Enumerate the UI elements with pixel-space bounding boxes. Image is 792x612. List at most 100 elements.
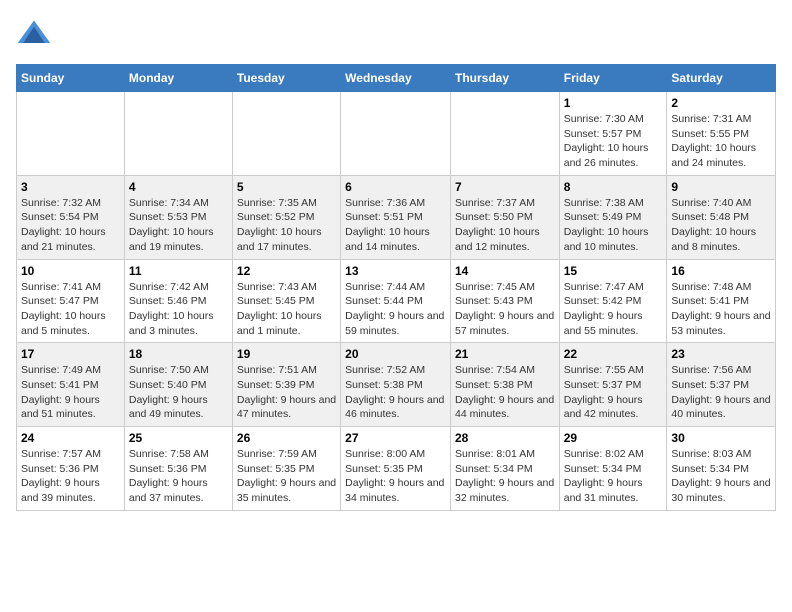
day-info: Sunrise: 7:45 AM Sunset: 5:43 PM Dayligh… xyxy=(455,280,555,339)
calendar-cell: 13 Sunrise: 7:44 AM Sunset: 5:44 PM Dayli… xyxy=(341,259,451,343)
calendar-cell: 17 Sunrise: 7:49 AM Sunset: 5:41 PM Dayli… xyxy=(17,343,125,427)
calendar-week-row: 3 Sunrise: 7:32 AM Sunset: 5:54 PM Daylig… xyxy=(17,175,776,259)
day-number: 17 xyxy=(21,347,120,361)
calendar-cell: 6 Sunrise: 7:36 AM Sunset: 5:51 PM Daylig… xyxy=(341,175,451,259)
day-number: 7 xyxy=(455,180,555,194)
day-info: Sunrise: 7:42 AM Sunset: 5:46 PM Dayligh… xyxy=(129,280,228,339)
day-info: Sunrise: 7:50 AM Sunset: 5:40 PM Dayligh… xyxy=(129,363,228,422)
day-number: 11 xyxy=(129,264,228,278)
day-info: Sunrise: 8:01 AM Sunset: 5:34 PM Dayligh… xyxy=(455,447,555,506)
day-number: 20 xyxy=(345,347,446,361)
day-info: Sunrise: 7:51 AM Sunset: 5:39 PM Dayligh… xyxy=(237,363,336,422)
day-number: 12 xyxy=(237,264,336,278)
calendar-week-row: 10 Sunrise: 7:41 AM Sunset: 5:47 PM Dayli… xyxy=(17,259,776,343)
day-number: 29 xyxy=(564,431,663,445)
day-number: 16 xyxy=(671,264,771,278)
page-header xyxy=(16,16,776,52)
day-info: Sunrise: 7:44 AM Sunset: 5:44 PM Dayligh… xyxy=(345,280,446,339)
calendar-cell: 14 Sunrise: 7:45 AM Sunset: 5:43 PM Dayli… xyxy=(450,259,559,343)
logo xyxy=(16,16,56,52)
day-number: 5 xyxy=(237,180,336,194)
calendar-cell: 11 Sunrise: 7:42 AM Sunset: 5:46 PM Dayli… xyxy=(124,259,232,343)
calendar-cell: 25Sunrise: 7:58 AM Sunset: 5:36 PM Dayli… xyxy=(124,427,232,511)
day-info: Sunrise: 7:34 AM Sunset: 5:53 PM Dayligh… xyxy=(129,196,228,255)
day-info: Sunrise: 8:00 AM Sunset: 5:35 PM Dayligh… xyxy=(345,447,446,506)
day-info: Sunrise: 7:30 AM Sunset: 5:57 PM Dayligh… xyxy=(564,112,663,171)
calendar-cell: 26 Sunrise: 7:59 AM Sunset: 5:35 PM Dayli… xyxy=(232,427,340,511)
day-number: 30 xyxy=(671,431,771,445)
calendar-cell: 10 Sunrise: 7:41 AM Sunset: 5:47 PM Dayli… xyxy=(17,259,125,343)
day-info: Sunrise: 7:48 AM Sunset: 5:41 PM Dayligh… xyxy=(671,280,771,339)
day-number: 6 xyxy=(345,180,446,194)
day-info: Sunrise: 7:47 AM Sunset: 5:42 PM Dayligh… xyxy=(564,280,663,339)
day-info: Sunrise: 7:31 AM Sunset: 5:55 PM Dayligh… xyxy=(671,112,771,171)
day-info: Sunrise: 7:56 AM Sunset: 5:37 PM Dayligh… xyxy=(671,363,771,422)
day-info: Sunrise: 8:03 AM Sunset: 5:34 PM Dayligh… xyxy=(671,447,771,506)
day-number: 21 xyxy=(455,347,555,361)
calendar-cell: 18 Sunrise: 7:50 AM Sunset: 5:40 PM Dayli… xyxy=(124,343,232,427)
logo-icon xyxy=(16,16,52,52)
day-info: Sunrise: 7:41 AM Sunset: 5:47 PM Dayligh… xyxy=(21,280,120,339)
weekday-header: Saturday xyxy=(667,65,776,92)
calendar-cell: 20 Sunrise: 7:52 AM Sunset: 5:38 PM Dayli… xyxy=(341,343,451,427)
day-number: 4 xyxy=(129,180,228,194)
weekday-header: Monday xyxy=(124,65,232,92)
calendar-cell: 7Sunrise: 7:37 AM Sunset: 5:50 PM Daylig… xyxy=(450,175,559,259)
day-number: 14 xyxy=(455,264,555,278)
weekday-header: Tuesday xyxy=(232,65,340,92)
weekday-header: Wednesday xyxy=(341,65,451,92)
day-number: 27 xyxy=(345,431,446,445)
day-number: 23 xyxy=(671,347,771,361)
calendar-week-row: 24Sunrise: 7:57 AM Sunset: 5:36 PM Dayli… xyxy=(17,427,776,511)
day-number: 24 xyxy=(21,431,120,445)
day-info: Sunrise: 7:43 AM Sunset: 5:45 PM Dayligh… xyxy=(237,280,336,339)
day-info: Sunrise: 7:49 AM Sunset: 5:41 PM Dayligh… xyxy=(21,363,120,422)
day-number: 13 xyxy=(345,264,446,278)
day-info: Sunrise: 7:54 AM Sunset: 5:38 PM Dayligh… xyxy=(455,363,555,422)
day-number: 1 xyxy=(564,96,663,110)
calendar-week-row: 1 Sunrise: 7:30 AM Sunset: 5:57 PM Daylig… xyxy=(17,92,776,176)
weekday-header: Sunday xyxy=(17,65,125,92)
calendar-cell xyxy=(450,92,559,176)
day-info: Sunrise: 7:38 AM Sunset: 5:49 PM Dayligh… xyxy=(564,196,663,255)
day-number: 15 xyxy=(564,264,663,278)
calendar-cell xyxy=(124,92,232,176)
day-number: 9 xyxy=(671,180,771,194)
calendar-header-row: SundayMondayTuesdayWednesdayThursdayFrid… xyxy=(17,65,776,92)
day-number: 18 xyxy=(129,347,228,361)
calendar-cell: 3 Sunrise: 7:32 AM Sunset: 5:54 PM Daylig… xyxy=(17,175,125,259)
day-number: 10 xyxy=(21,264,120,278)
day-number: 19 xyxy=(237,347,336,361)
day-info: Sunrise: 8:02 AM Sunset: 5:34 PM Dayligh… xyxy=(564,447,663,506)
day-number: 22 xyxy=(564,347,663,361)
calendar-cell: 15 Sunrise: 7:47 AM Sunset: 5:42 PM Dayli… xyxy=(559,259,667,343)
calendar-cell: 1 Sunrise: 7:30 AM Sunset: 5:57 PM Daylig… xyxy=(559,92,667,176)
day-info: Sunrise: 7:52 AM Sunset: 5:38 PM Dayligh… xyxy=(345,363,446,422)
calendar-cell: 28 Sunrise: 8:01 AM Sunset: 5:34 PM Dayli… xyxy=(450,427,559,511)
calendar-cell: 2 Sunrise: 7:31 AM Sunset: 5:55 PM Daylig… xyxy=(667,92,776,176)
calendar-cell: 21 Sunrise: 7:54 AM Sunset: 5:38 PM Dayli… xyxy=(450,343,559,427)
calendar-cell: 23 Sunrise: 7:56 AM Sunset: 5:37 PM Dayli… xyxy=(667,343,776,427)
calendar-cell: 9 Sunrise: 7:40 AM Sunset: 5:48 PM Daylig… xyxy=(667,175,776,259)
day-number: 8 xyxy=(564,180,663,194)
calendar-cell: 16 Sunrise: 7:48 AM Sunset: 5:41 PM Dayli… xyxy=(667,259,776,343)
day-info: Sunrise: 7:36 AM Sunset: 5:51 PM Dayligh… xyxy=(345,196,446,255)
day-info: Sunrise: 7:59 AM Sunset: 5:35 PM Dayligh… xyxy=(237,447,336,506)
calendar-cell: 4 Sunrise: 7:34 AM Sunset: 5:53 PM Daylig… xyxy=(124,175,232,259)
calendar-cell: 27 Sunrise: 8:00 AM Sunset: 5:35 PM Dayli… xyxy=(341,427,451,511)
calendar-cell xyxy=(17,92,125,176)
calendar-cell: 30 Sunrise: 8:03 AM Sunset: 5:34 PM Dayli… xyxy=(667,427,776,511)
calendar-cell: 5Sunrise: 7:35 AM Sunset: 5:52 PM Daylig… xyxy=(232,175,340,259)
day-number: 28 xyxy=(455,431,555,445)
calendar-cell: 24Sunrise: 7:57 AM Sunset: 5:36 PM Dayli… xyxy=(17,427,125,511)
day-number: 3 xyxy=(21,180,120,194)
calendar-cell xyxy=(341,92,451,176)
day-info: Sunrise: 7:58 AM Sunset: 5:36 PM Dayligh… xyxy=(129,447,228,506)
day-number: 2 xyxy=(671,96,771,110)
day-info: Sunrise: 7:40 AM Sunset: 5:48 PM Dayligh… xyxy=(671,196,771,255)
weekday-header: Thursday xyxy=(450,65,559,92)
calendar-cell: 8 Sunrise: 7:38 AM Sunset: 5:49 PM Daylig… xyxy=(559,175,667,259)
day-info: Sunrise: 7:32 AM Sunset: 5:54 PM Dayligh… xyxy=(21,196,120,255)
day-number: 26 xyxy=(237,431,336,445)
calendar-week-row: 17 Sunrise: 7:49 AM Sunset: 5:41 PM Dayli… xyxy=(17,343,776,427)
